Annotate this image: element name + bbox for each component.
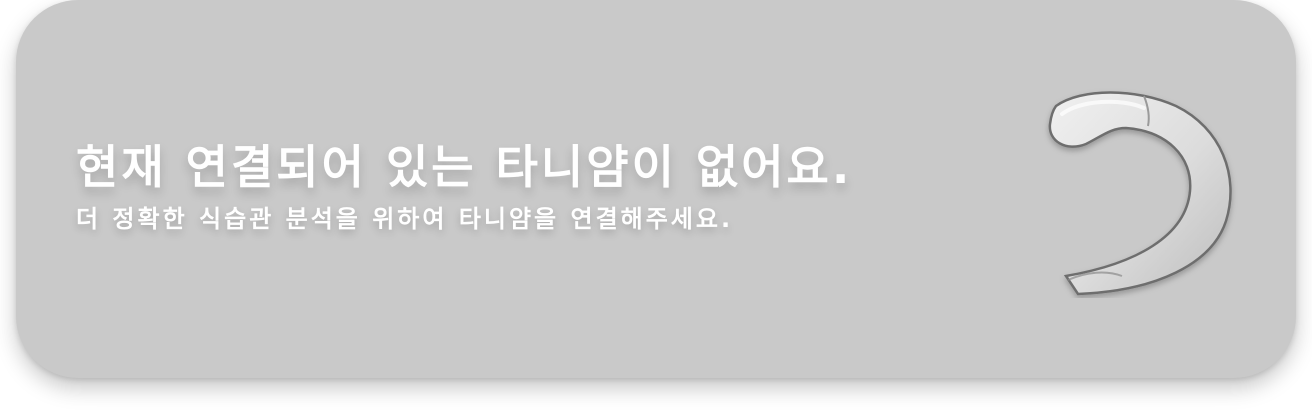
card-subtitle: 더 정확한 식습관 분석을 위하여 타니얌을 연결해주세요.	[76, 205, 734, 234]
card-text-block: 현재 연결되어 있는 타니얌이 없어요. 더 정확한 식습관 분석을 위하여 타…	[76, 140, 852, 234]
card-title: 현재 연결되어 있는 타니얌이 없어요.	[76, 140, 853, 194]
no-device-connected-card[interactable]: 현재 연결되어 있는 타니얌이 없어요. 더 정확한 식습관 분석을 위하여 타…	[16, 0, 1296, 378]
earpiece-device-icon	[1048, 91, 1232, 296]
